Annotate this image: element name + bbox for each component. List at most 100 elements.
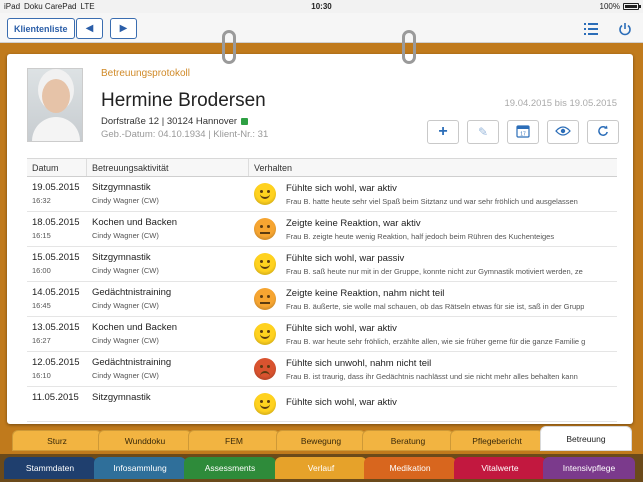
table-row[interactable]: 13.05.2015 16:27 Kochen und Backen Cindy… bbox=[27, 317, 617, 352]
row-activity: Sitzgymnastik bbox=[92, 252, 151, 263]
action-buttons: + ✎ 17 bbox=[427, 120, 619, 144]
row-staff: Cindy Wagner (CW) bbox=[92, 336, 159, 345]
calendar-button[interactable]: 17 bbox=[507, 120, 539, 144]
row-date: 13.05.2015 bbox=[32, 322, 80, 333]
row-staff: Cindy Wagner (CW) bbox=[92, 266, 159, 275]
row-note: Frau B. äußerte, sie wolle mal schauen, … bbox=[286, 301, 585, 311]
neutral-face-icon bbox=[254, 218, 276, 240]
eye-icon bbox=[555, 125, 571, 139]
tab-betreuung[interactable]: Betreuung bbox=[540, 426, 632, 451]
table-row[interactable]: 15.05.2015 16:00 Sitzgymnastik Cindy Wag… bbox=[27, 247, 617, 282]
row-date: 19.05.2015 bbox=[32, 182, 80, 193]
row-behavior: Fühlte sich wohl, war aktiv bbox=[286, 322, 397, 334]
happy-face-icon bbox=[254, 323, 276, 345]
plus-icon: + bbox=[438, 123, 448, 140]
row-date: 14.05.2015 bbox=[32, 287, 80, 298]
refresh-button[interactable] bbox=[587, 120, 619, 144]
table-row[interactable]: 12.05.2015 16:10 Gedächtnistraining Cind… bbox=[27, 352, 617, 387]
row-staff: Cindy Wagner (CW) bbox=[92, 301, 159, 310]
status-bar: iPad Doku CarePad LTE 10:30 100% bbox=[0, 0, 643, 13]
row-staff: Cindy Wagner (CW) bbox=[92, 371, 159, 380]
tab-vitalwerte[interactable]: Vitalwerte bbox=[454, 457, 546, 479]
row-behavior: Fühlte sich wohl, war aktiv bbox=[286, 182, 397, 194]
row-note: Frau B. saß heute nur mit in der Gruppe,… bbox=[286, 266, 583, 276]
row-behavior: Fühlte sich wohl, war aktiv bbox=[286, 397, 397, 408]
tab-stammdaten[interactable]: Stammdaten bbox=[4, 457, 96, 479]
row-staff: Cindy Wagner (CW) bbox=[92, 231, 159, 240]
row-activity: Sitzgymnastik bbox=[92, 182, 151, 193]
happy-face-icon bbox=[254, 253, 276, 275]
tab-medikation[interactable]: Medikation bbox=[364, 457, 456, 479]
tab-beratung[interactable]: Beratung bbox=[362, 430, 454, 451]
category-tabs-top: Sturz Wunddoku FEM Bewegung Beratung Pflegebe… bbox=[0, 426, 643, 451]
tab-pflegebericht[interactable]: Pflegebericht bbox=[450, 430, 544, 451]
patient-name: Hermine Brodersen bbox=[101, 90, 266, 111]
row-note: Frau B. hatte heute sehr viel Spaß beim … bbox=[286, 196, 578, 206]
happy-face-icon bbox=[254, 393, 276, 415]
row-time: 16:00 bbox=[32, 266, 51, 275]
patient-meta: Geb.-Datum: 04.10.1934 | Klient-Nr.: 31 bbox=[101, 129, 269, 140]
edit-button[interactable]: ✎ bbox=[467, 120, 499, 144]
triangle-left-icon: ◀ bbox=[85, 23, 94, 34]
row-activity: Gedächtnistraining bbox=[92, 357, 172, 368]
column-header-date: Datum bbox=[27, 159, 87, 176]
row-date: 15.05.2015 bbox=[32, 252, 80, 263]
table-row[interactable]: 19.05.2015 16:32 Sitzgymnastik Cindy Wag… bbox=[27, 177, 617, 212]
tab-fem[interactable]: FEM bbox=[188, 430, 280, 451]
refresh-icon bbox=[597, 125, 609, 140]
tab-infosammlung[interactable]: Infosammlung bbox=[94, 457, 186, 479]
row-activity: Gedächtnistraining bbox=[92, 287, 172, 298]
row-behavior: Zeigte keine Reaktion, war aktiv bbox=[286, 217, 421, 229]
row-activity: Kochen und Backen bbox=[92, 217, 178, 228]
tab-verlauf[interactable]: Verlauf bbox=[275, 457, 367, 479]
row-time: 16:32 bbox=[32, 196, 51, 205]
protocol-page: Betreuungsprotokoll Hermine Brodersen Do… bbox=[7, 54, 633, 424]
status-indicator bbox=[241, 118, 249, 125]
date-range: 19.04.2015 bis 19.05.2015 bbox=[504, 98, 617, 109]
list-menu-icon[interactable] bbox=[582, 20, 600, 38]
tab-wunddoku[interactable]: Wunddoku bbox=[98, 430, 192, 451]
tab-bewegung[interactable]: Bewegung bbox=[276, 430, 366, 451]
row-staff: Cindy Wagner (CW) bbox=[92, 196, 159, 205]
protocol-title: Betreuungsprotokoll bbox=[101, 68, 190, 79]
row-date: 18.05.2015 bbox=[32, 217, 80, 228]
row-note: Frau B. war heute sehr fröhlich, erzählt… bbox=[286, 336, 586, 346]
clock: 10:30 bbox=[311, 2, 332, 11]
table-row[interactable]: 11.05.2015 Sitzgymnastik Fühlte sich woh… bbox=[27, 387, 617, 422]
row-note: Frau B. ist traurig, dass ihr Gedächtnis… bbox=[286, 371, 578, 381]
svg-text:17: 17 bbox=[520, 131, 526, 137]
tab-intensivpflege[interactable]: Intensivpflege bbox=[543, 457, 635, 479]
table-row[interactable]: 14.05.2015 16:45 Gedächtnistraining Cind… bbox=[27, 282, 617, 317]
patient-photo bbox=[27, 68, 83, 142]
row-time: 16:15 bbox=[32, 231, 51, 240]
table-header: Datum Betreuungsaktivität Verhalten bbox=[27, 158, 617, 177]
neutral-face-icon bbox=[254, 288, 276, 310]
binder-ring-right bbox=[402, 30, 416, 64]
forward-button[interactable]: ▶ bbox=[110, 18, 137, 39]
calendar-icon: 17 bbox=[516, 124, 530, 141]
view-button[interactable] bbox=[547, 120, 579, 144]
row-behavior: Fühlte sich unwohl, nahm nicht teil bbox=[286, 357, 432, 369]
triangle-right-icon: ▶ bbox=[119, 23, 128, 34]
happy-face-icon bbox=[254, 183, 276, 205]
power-icon[interactable] bbox=[616, 20, 634, 38]
address-text: Dorfstraße 12 | 30124 Hannover bbox=[101, 116, 238, 127]
row-note: Frau B. zeigte heute wenig Reaktion, hal… bbox=[286, 231, 555, 241]
binder-ring-left bbox=[222, 30, 236, 64]
battery-icon bbox=[623, 3, 641, 10]
client-list-button[interactable]: Klientenliste bbox=[7, 18, 75, 39]
protocol-table: Datum Betreuungsaktivität Verhalten 19.0… bbox=[27, 158, 617, 422]
table-row[interactable]: 18.05.2015 16:15 Kochen und Backen Cindy… bbox=[27, 212, 617, 247]
column-header-activity: Betreuungsaktivität bbox=[87, 159, 249, 176]
row-time: 16:10 bbox=[32, 371, 51, 380]
toolbar: Klientenliste ◀ ▶ bbox=[0, 13, 643, 43]
category-tabs-bottom: Stammdaten Infosammlung Assessments Verlauf… bbox=[0, 454, 643, 482]
pencil-icon: ✎ bbox=[477, 125, 489, 139]
tab-sturz[interactable]: Sturz bbox=[12, 430, 102, 451]
row-time: 16:45 bbox=[32, 301, 51, 310]
tab-assessments[interactable]: Assessments bbox=[184, 457, 276, 479]
back-button[interactable]: ◀ bbox=[76, 18, 103, 39]
row-behavior: Zeigte keine Reaktion, nahm nicht teil bbox=[286, 287, 445, 299]
row-date: 12.05.2015 bbox=[32, 357, 80, 368]
add-button[interactable]: + bbox=[427, 120, 459, 144]
